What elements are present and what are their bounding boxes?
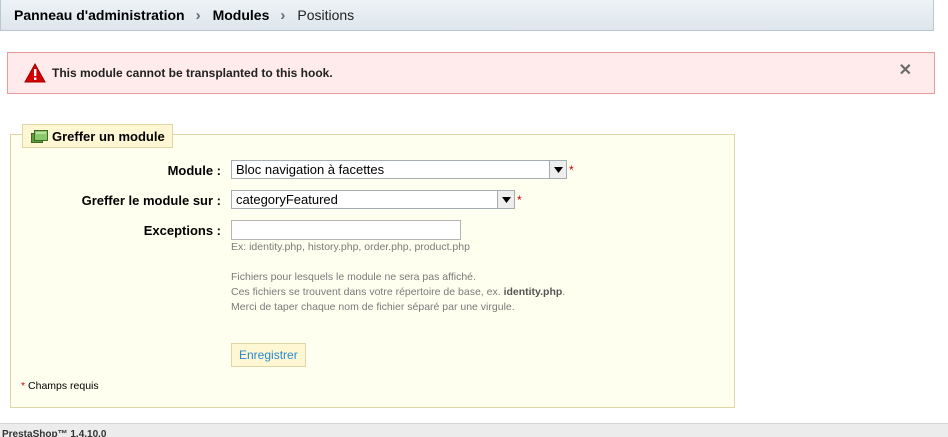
- module-select-value: Bloc navigation à facettes: [236, 162, 385, 177]
- help-line-2-prefix: Ces fichiers se trouvent dans votre répe…: [231, 286, 504, 298]
- breadcrumb-admin-panel[interactable]: Panneau d'administration: [14, 7, 185, 23]
- exceptions-input[interactable]: [231, 220, 461, 240]
- close-icon[interactable]: ✕: [899, 60, 912, 80]
- breadcrumb-positions: Positions: [297, 7, 355, 23]
- error-alert: This module cannot be transplanted to th…: [7, 52, 935, 94]
- breadcrumb-separator-icon: ›: [195, 6, 201, 24]
- hook-label: Greffer le module sur :: [81, 193, 221, 208]
- exceptions-label: Exceptions :: [143, 223, 221, 238]
- breadcrumb-modules[interactable]: Modules: [213, 7, 270, 23]
- module-icon: [31, 129, 48, 143]
- help-line-1: Fichiers pour lesquels le module ne sera…: [231, 271, 476, 283]
- chevron-down-icon[interactable]: [549, 161, 566, 178]
- help-line-2-suffix: .: [562, 286, 566, 298]
- exceptions-example: Ex: identity.php, history.php, order.php…: [231, 241, 470, 253]
- required-note-text: Champs requis: [28, 380, 99, 392]
- hook-select[interactable]: categoryFeatured: [231, 190, 515, 209]
- module-label: Module :: [167, 163, 221, 178]
- chevron-down-icon[interactable]: [497, 191, 514, 208]
- fieldset-legend: Greffer un module: [22, 124, 173, 148]
- error-message: This module cannot be transplanted to th…: [52, 66, 333, 80]
- required-marker: *: [569, 163, 574, 177]
- required-fields-note: * Champs requis: [21, 380, 99, 392]
- help-line-2-example-file: identity.php: [503, 286, 563, 298]
- breadcrumb: Panneau d'administration › Modules › Pos…: [0, 0, 934, 31]
- module-select[interactable]: Bloc navigation à facettes: [231, 160, 567, 179]
- hook-select-value: categoryFeatured: [236, 192, 338, 207]
- footer: PrestaShop™ 1.4.10.0: [0, 423, 948, 437]
- required-marker: *: [517, 193, 522, 207]
- required-marker: *: [21, 380, 26, 392]
- warning-icon: [24, 62, 46, 83]
- legend-title: Greffer un module: [52, 128, 165, 144]
- breadcrumb-separator-icon: ›: [280, 6, 286, 24]
- help-line-3: Merci de taper chaque nom de fichier sép…: [231, 301, 515, 313]
- exceptions-help: Fichiers pour lesquels le module ne sera…: [231, 270, 565, 315]
- help-line-2: Ces fichiers se trouvent dans votre répe…: [231, 285, 565, 300]
- transplant-module-fieldset: Greffer un module Module : Bloc navigati…: [10, 124, 735, 408]
- save-button[interactable]: Enregistrer: [231, 343, 306, 367]
- footer-version: PrestaShop™ 1.4.10.0: [2, 429, 107, 437]
